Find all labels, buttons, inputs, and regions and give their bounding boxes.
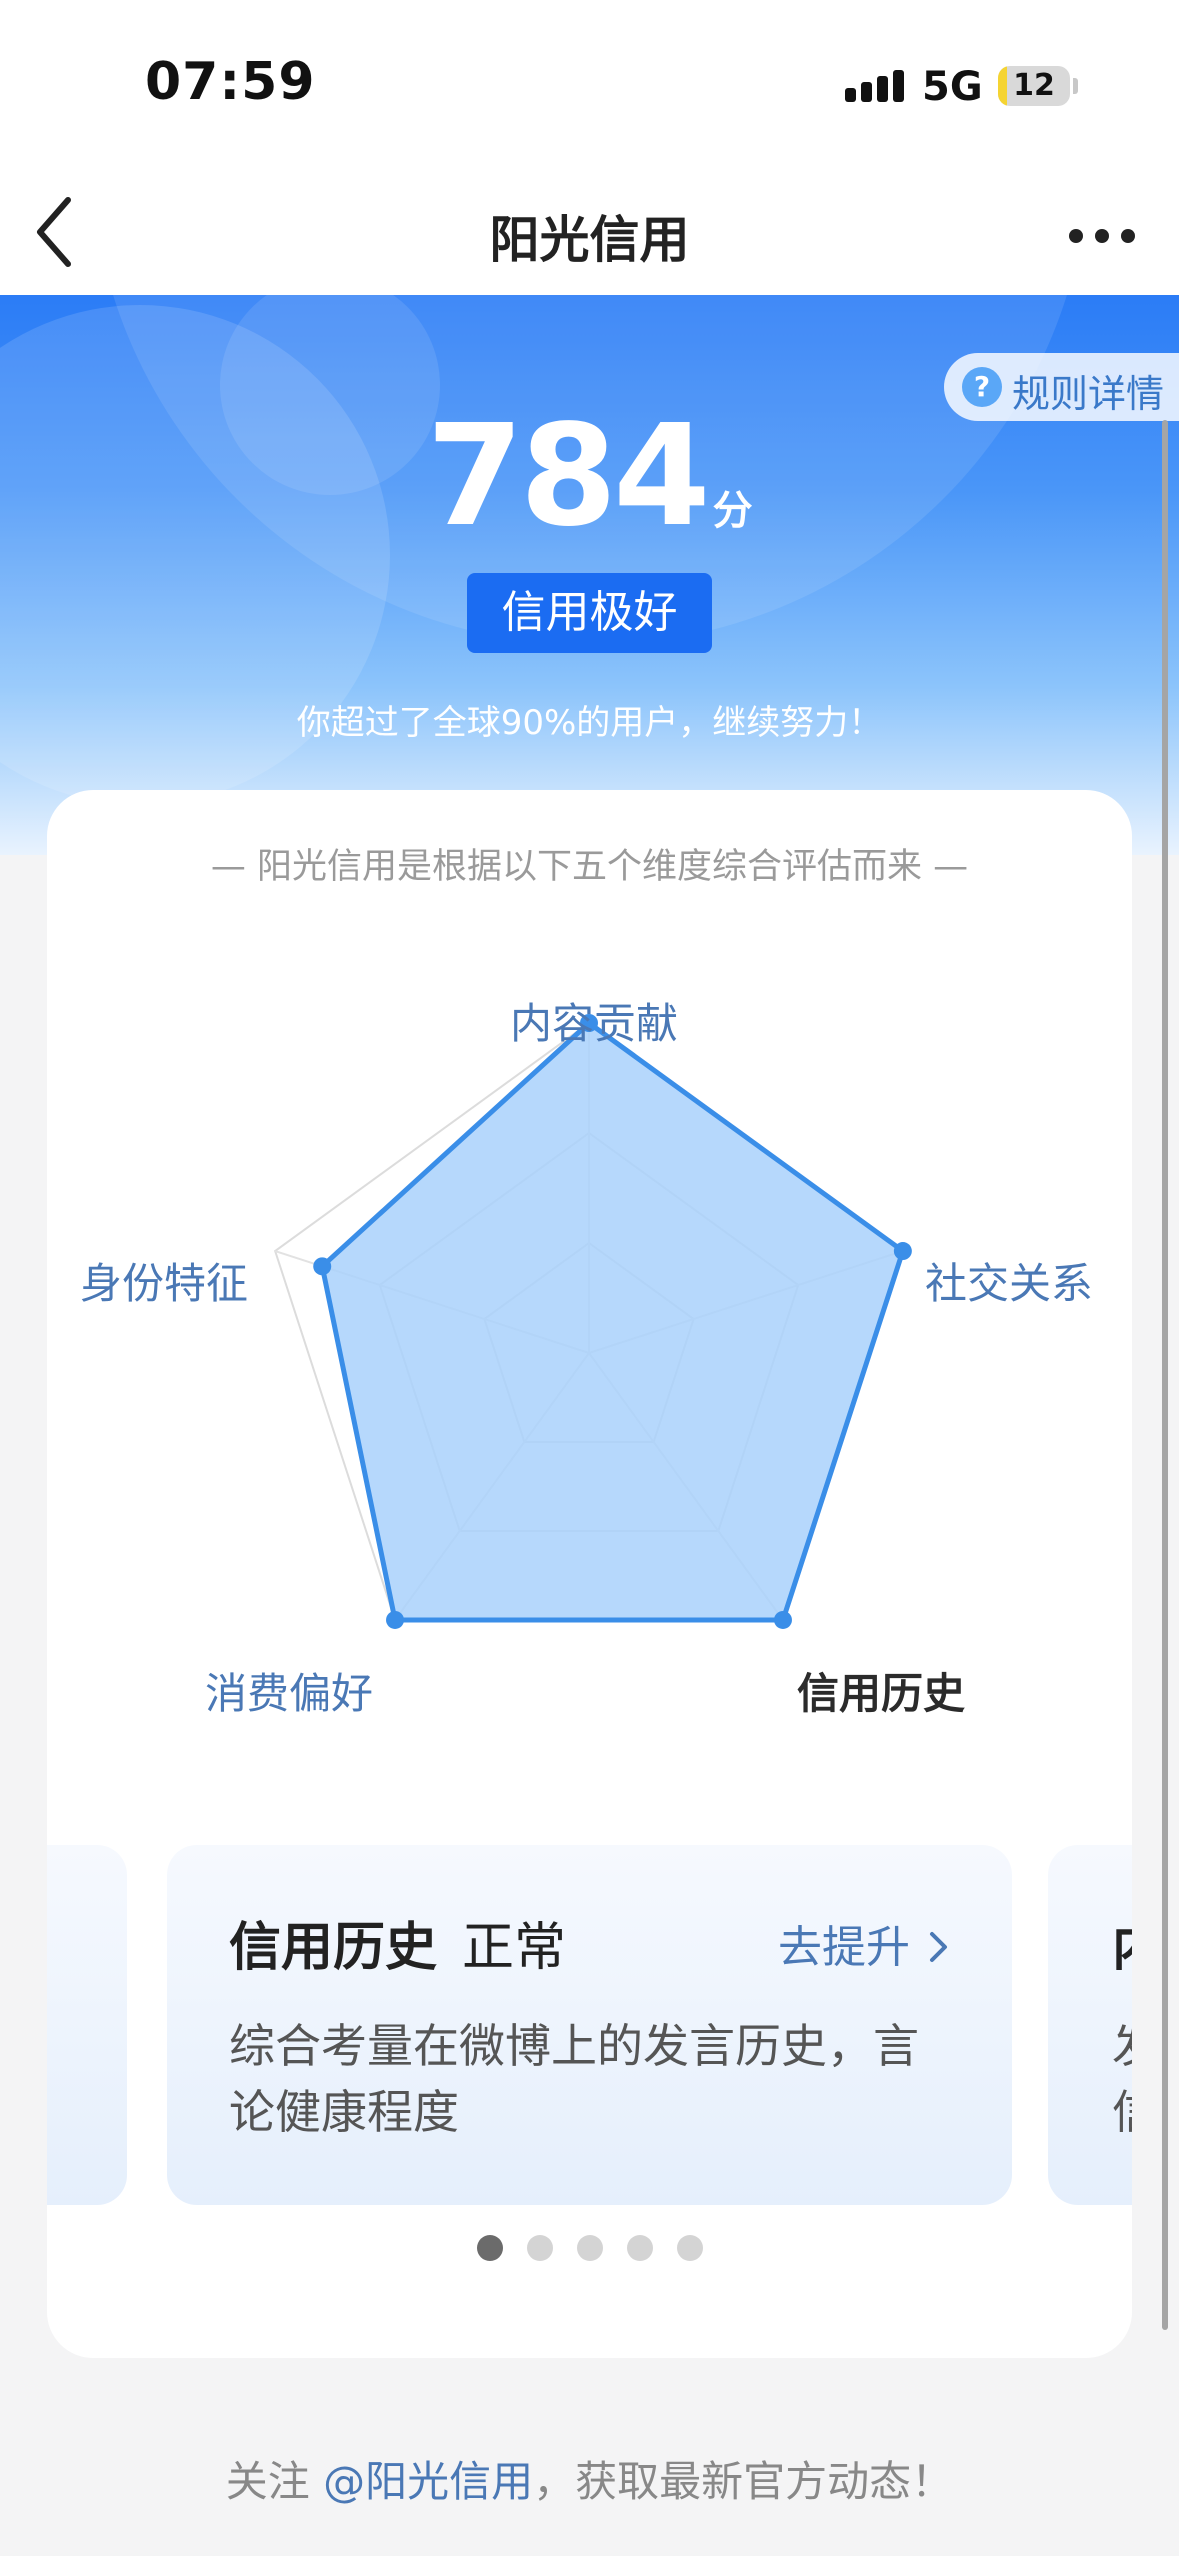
battery-icon: 12	[998, 66, 1070, 106]
improve-link-label: 去提升	[778, 1922, 910, 1973]
pager-dot[interactable]	[526, 2235, 553, 2261]
next-slide-title: 内	[1112, 1905, 1132, 1980]
credit-score: 784 分	[0, 395, 1179, 558]
radar-label-consumption[interactable]: 消费偏好	[205, 1660, 373, 1721]
slide-description: 综合考量在微博上的发言历史，言论健康程度	[229, 2019, 919, 2139]
radar-point-5	[313, 1257, 332, 1276]
page-title: 阳光信用	[489, 211, 690, 269]
footer-prefix: 关注	[225, 2457, 324, 2506]
radar-label-social[interactable]: 社交关系	[925, 1250, 1093, 1311]
radar-point-4	[386, 1610, 405, 1629]
prev-slide-card[interactable]	[47, 1845, 127, 2205]
percentile-text: 你超过了全球90%的用户，继续努力！	[296, 703, 883, 743]
pager-dot[interactable]	[676, 2235, 703, 2261]
signal-icon	[845, 70, 904, 102]
score-unit: 分	[712, 488, 753, 534]
scrollbar[interactable]	[1162, 420, 1168, 2330]
footer-follow-text: 关注 @阳光信用，获取最新官方动态！	[0, 2448, 1179, 2509]
network-type: 5G	[922, 64, 983, 110]
radar-data-area	[319, 1020, 906, 1623]
next-slide-card[interactable]: 内 发 信	[1048, 1845, 1132, 2205]
more-dots-icon[interactable]	[1060, 200, 1150, 260]
nav-bar: 阳光信用	[0, 170, 1179, 295]
improve-link[interactable]: 去提升	[778, 1911, 950, 1975]
pager-dot[interactable]	[576, 2235, 603, 2261]
chevron-right-icon	[930, 1932, 947, 1962]
credit-level-badge: 信用极好	[467, 573, 712, 653]
score-header: ? 规则详情 784 分 信用极好 你超过了全球90%的用户，继续努力！	[0, 295, 1179, 855]
battery-level: 12	[1013, 68, 1055, 103]
slide-title: 信用历史	[229, 1918, 438, 1978]
footer-suffix: ，获取最新官方动态！	[533, 2457, 954, 2506]
radar-label-content[interactable]: 内容贡献	[510, 990, 678, 1051]
next-slide-desc-1: 发	[1112, 2013, 1132, 2079]
pager-dot[interactable]	[626, 2235, 653, 2261]
radar-point-3	[773, 1610, 792, 1629]
next-slide-desc-2: 信	[1112, 2079, 1132, 2145]
status-bar: 07:59 5G 12	[0, 0, 1179, 170]
official-account-link[interactable]: @阳光信用	[323, 2457, 533, 2506]
battery-tip	[1073, 78, 1078, 94]
carousel-pager	[47, 2235, 1132, 2265]
status-time: 07:59	[145, 52, 316, 112]
radar-point-2	[893, 1242, 912, 1261]
score-value: 784	[426, 395, 710, 558]
dimension-card: — 阳光信用是根据以下五个维度综合评估而来 — 内容贡献 社交关系 信用历史 消…	[47, 790, 1132, 2358]
slide-status: 正常	[462, 1918, 567, 1978]
pager-dot[interactable]	[476, 2235, 503, 2261]
credit-history-slide[interactable]: 信用历史 正常 去提升 综合考量在微博上的发言历史，言论健康程度	[167, 1845, 1012, 2205]
radar-label-identity[interactable]: 身份特征	[80, 1250, 248, 1311]
radar-label-credit-history[interactable]: 信用历史	[797, 1660, 965, 1721]
